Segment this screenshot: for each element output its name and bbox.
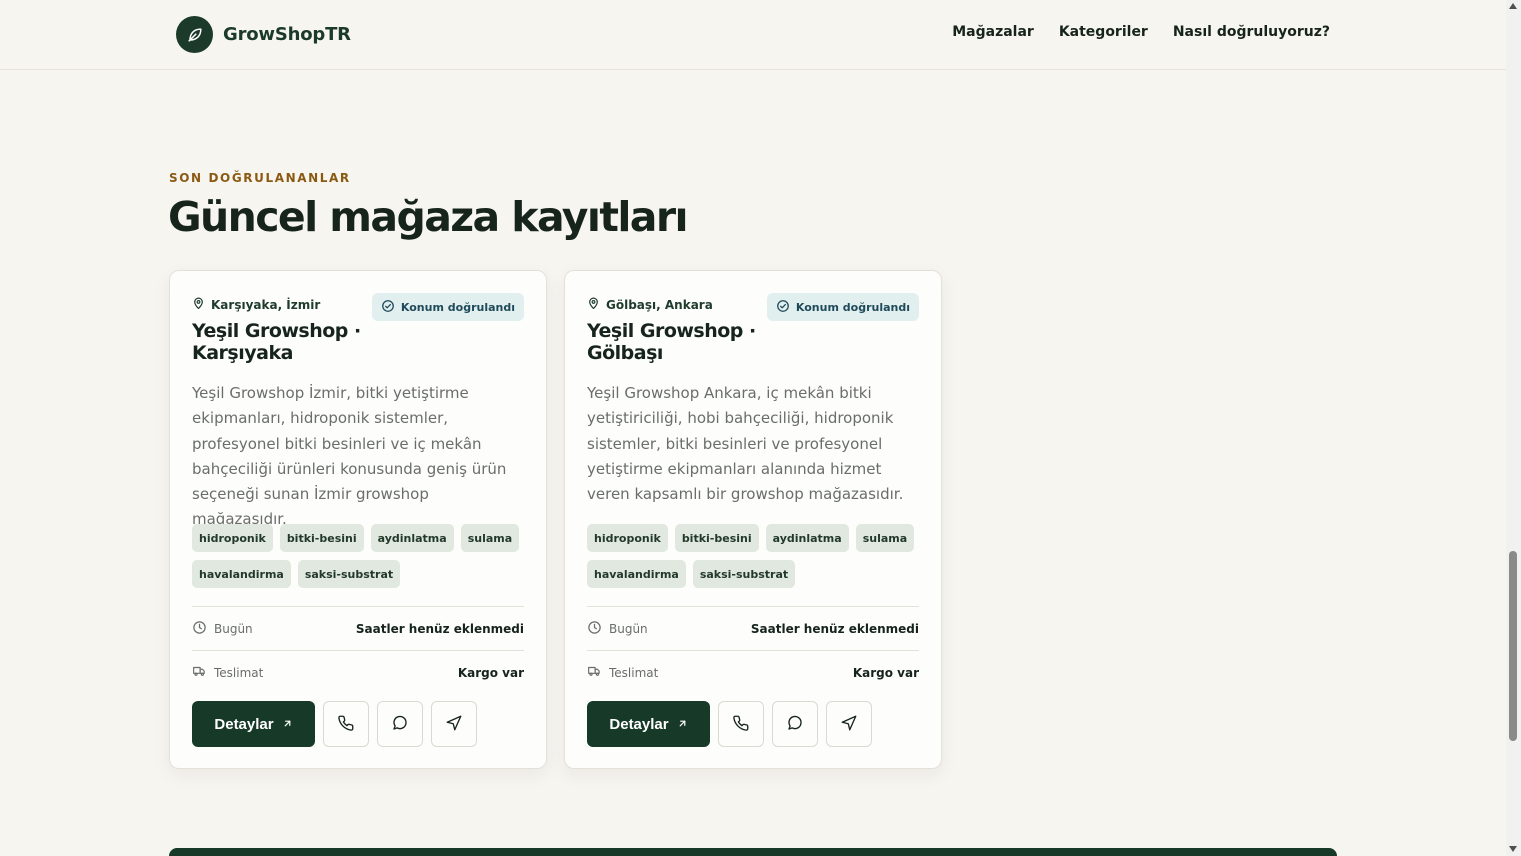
arrow-up-right-icon [677,716,688,733]
section-title: Güncel mağaza kayıtları [168,193,689,241]
tag-chip[interactable]: saksi-substrat [692,560,796,588]
nav-link-stores[interactable]: Mağazalar [952,24,1034,40]
brand-name: GrowShopTR [223,24,351,45]
store-title-line-1: Yeşil Growshop · [587,320,756,342]
main-nav: Mağazalar Kategoriler Nasıl doğruluyoruz… [952,24,1330,40]
hours-label-group: Bugün [192,620,253,638]
tag-chip[interactable]: aydinlatma [370,524,454,552]
call-button[interactable] [718,701,764,747]
footer-cta-band [169,848,1337,856]
details-button[interactable]: Detaylar [192,701,315,747]
delivery-row: Teslimat Kargo var [192,650,524,694]
tag-chip[interactable]: havalandirma [587,560,686,588]
scrollbar-thumb[interactable] [1509,551,1517,741]
store-location: Gölbaşı, Ankara [587,296,713,313]
phone-icon [732,714,750,735]
tag-chip[interactable]: sulama [460,524,520,552]
top-navbar: GrowShopTR Mağazalar Kategoriler Nasıl d… [0,0,1506,70]
page: GrowShopTR Mağazalar Kategoriler Nasıl d… [0,0,1506,856]
nav-link-categories[interactable]: Kategoriler [1059,24,1148,40]
hours-value: Saatler henüz eklenmedi [750,621,919,636]
verified-badge: Konum doğrulandı [766,293,919,321]
details-button[interactable]: Detaylar [587,701,710,747]
phone-icon [337,714,355,735]
truck-icon [587,664,602,681]
store-location-text: Karşıyaka, İzmir [211,297,321,312]
hours-value: Saatler henüz eklenmedi [355,621,524,636]
directions-button[interactable] [431,701,477,747]
clock-icon [192,620,207,638]
map-pin-icon [192,296,205,313]
tag-chip[interactable]: aydinlatma [765,524,849,552]
store-title-line-2: Karşıyaka [192,342,293,364]
verified-badge-label: Konum doğrulandı [400,300,515,314]
scroll-down-arrow-icon[interactable] [1509,846,1517,852]
store-card: Karşıyaka, İzmir Konum doğrulandı Yeşil … [169,270,547,769]
store-title[interactable]: Yeşil Growshop · Gölbaşı [587,320,807,364]
verified-badge-label: Konum doğrulandı [795,300,910,314]
message-icon [786,714,804,735]
call-button[interactable] [323,701,369,747]
store-location: Karşıyaka, İzmir [192,296,320,313]
truck-icon [192,664,207,681]
scroll-up-arrow-icon[interactable] [1509,3,1517,9]
tag-list: hidroponik bitki-besini aydinlatma sulam… [192,524,528,588]
check-circle-icon [381,299,395,316]
tag-list: hidroponik bitki-besini aydinlatma sulam… [587,524,923,588]
store-description: Yeşil Growshop Ankara, iç mekân bitki ye… [587,384,904,504]
navigation-icon [445,714,463,735]
check-circle-icon [776,299,790,316]
brand-link[interactable]: GrowShopTR [176,16,351,53]
navigation-icon [840,714,858,735]
hours-row: Bugün Saatler henüz eklenmedi [587,606,919,650]
hours-label: Bugün [214,621,253,636]
delivery-value: Kargo var [852,665,919,680]
delivery-value: Kargo var [457,665,524,680]
card-actions: Detaylar [192,701,477,747]
store-description: Yeşil Growshop İzmir, bitki yetiştirme e… [192,384,507,529]
tag-chip[interactable]: havalandirma [192,560,291,588]
tag-chip[interactable]: saksi-substrat [297,560,401,588]
tag-chip[interactable]: hidroponik [192,524,273,552]
store-title[interactable]: Yeşil Growshop · Karşıyaka [192,320,412,364]
leaf-icon [176,16,213,53]
store-card: Gölbaşı, Ankara Konum doğrulandı Yeşil G… [564,270,942,769]
details-button-label: Detaylar [609,715,669,733]
hours-label-group: Bugün [587,620,648,638]
message-button[interactable] [377,701,423,747]
delivery-label-group: Teslimat [587,664,658,681]
nav-link-how-we-verify[interactable]: Nasıl doğruluyoruz? [1173,24,1330,40]
directions-button[interactable] [826,701,872,747]
verified-badge: Konum doğrulandı [371,293,524,321]
section-eyebrow: SON DOĞRULANANLAR [169,171,351,185]
store-title-line-1: Yeşil Growshop · [192,320,361,342]
tag-chip[interactable]: bitki-besini [279,524,364,552]
tag-chip[interactable]: hidroponik [587,524,668,552]
delivery-row: Teslimat Kargo var [587,650,919,694]
delivery-label: Teslimat [214,665,264,680]
card-actions: Detaylar [587,701,872,747]
delivery-label: Teslimat [609,665,659,680]
store-location-text: Gölbaşı, Ankara [606,297,713,312]
message-icon [391,714,409,735]
arrow-up-right-icon [282,716,293,733]
store-title-line-2: Gölbaşı [587,342,663,364]
hours-row: Bugün Saatler henüz eklenmedi [192,606,524,650]
details-button-label: Detaylar [214,715,274,733]
map-pin-icon [587,296,600,313]
clock-icon [587,620,602,638]
tag-chip[interactable]: sulama [855,524,915,552]
tag-chip[interactable]: bitki-besini [674,524,759,552]
message-button[interactable] [772,701,818,747]
page-scrollbar[interactable] [1506,0,1521,856]
hours-label: Bugün [609,621,648,636]
delivery-label-group: Teslimat [192,664,263,681]
